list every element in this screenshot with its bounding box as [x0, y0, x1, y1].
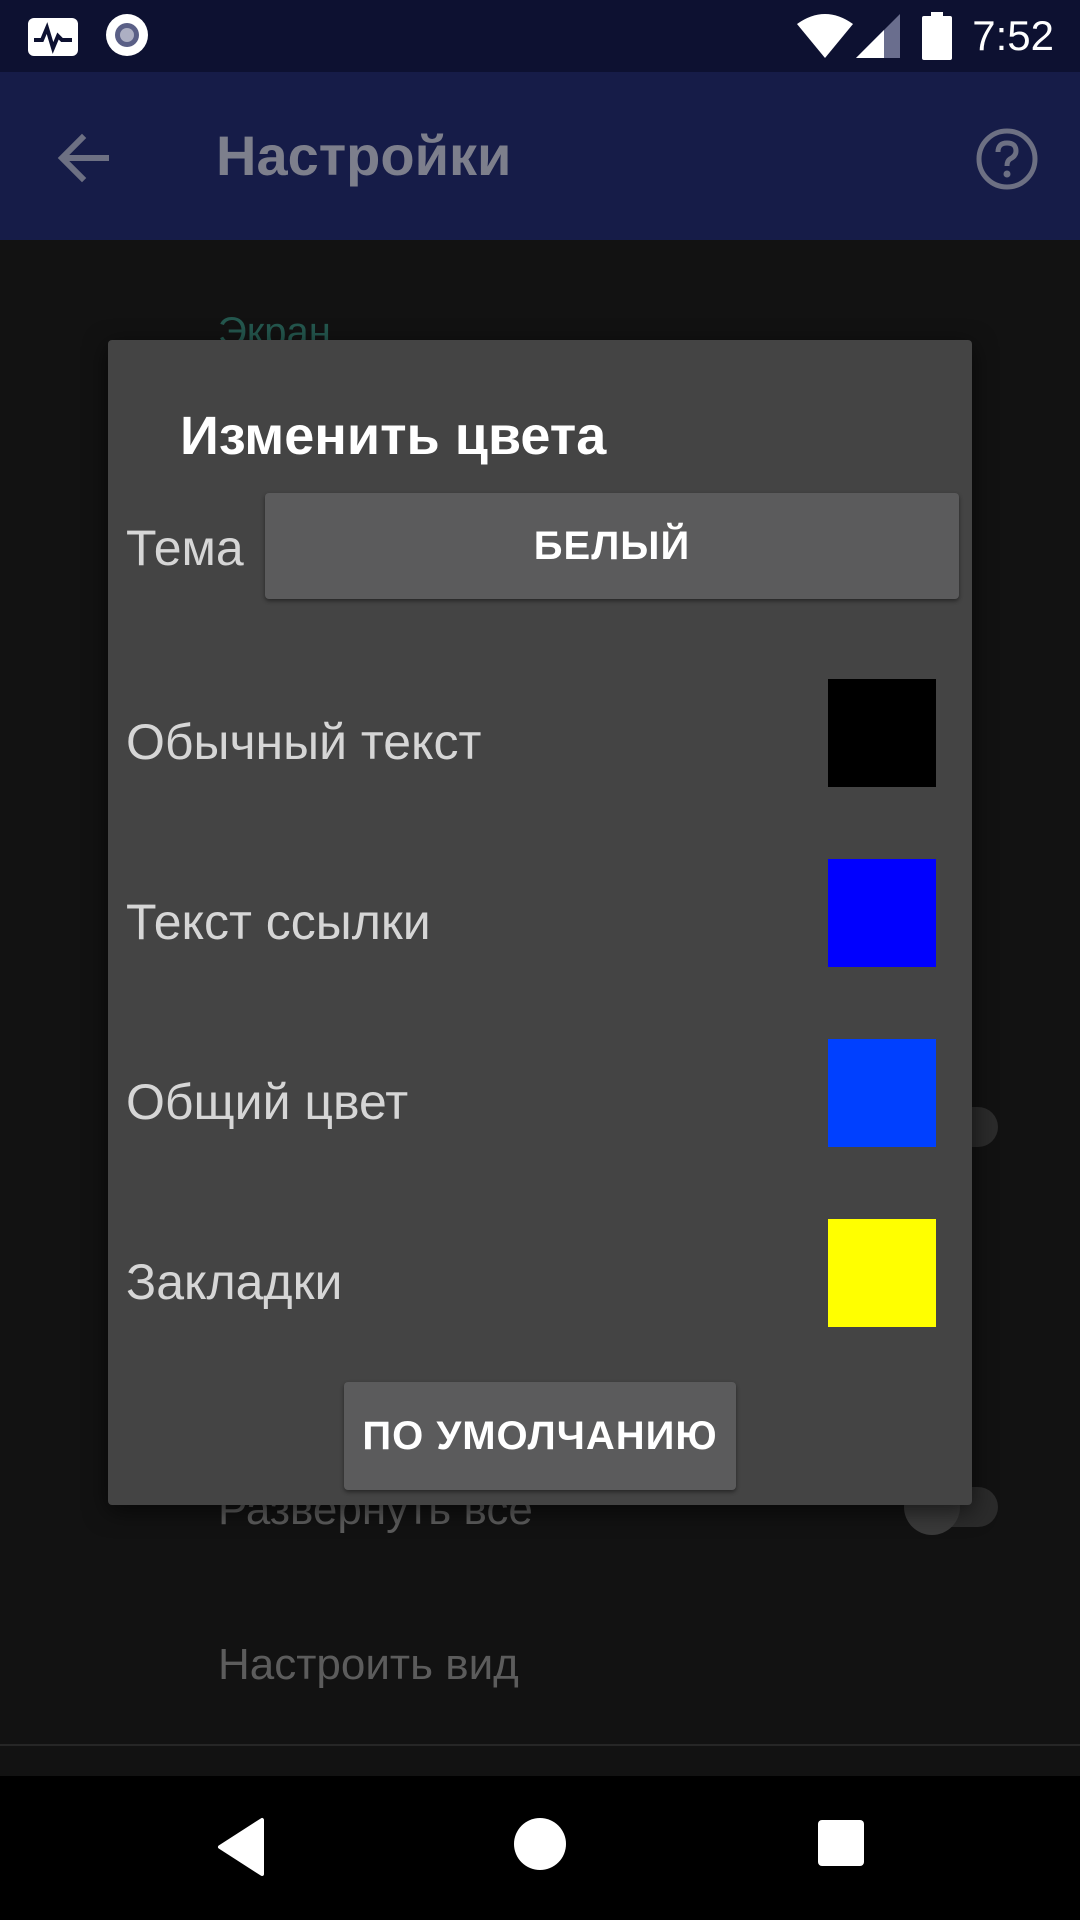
- status-time: 7:52: [972, 12, 1054, 59]
- reset-defaults-button[interactable]: ПО УМОЛЧАНИЮ: [344, 1382, 736, 1490]
- navigation-bar: [0, 1776, 1080, 1920]
- signal-icon: [856, 14, 900, 63]
- recents-square-icon: [817, 1820, 865, 1871]
- general-color-label: Общий цвет: [126, 1074, 409, 1130]
- divider: [0, 1744, 1080, 1746]
- theme-select-button[interactable]: БЕЛЫЙ: [265, 493, 959, 599]
- bookmarks-label: Закладки: [126, 1254, 343, 1310]
- wifi-icon: [796, 14, 854, 63]
- pulse-app-icon: [26, 16, 80, 63]
- nav-home-button[interactable]: [512, 1816, 568, 1872]
- nav-back-button[interactable]: [214, 1816, 274, 1878]
- home-circle-icon: [512, 1818, 568, 1876]
- help-button[interactable]: [974, 126, 1040, 192]
- theme-label: Тема: [126, 520, 244, 576]
- link-text-color-swatch[interactable]: [828, 859, 936, 967]
- normal-text-color-swatch[interactable]: [828, 679, 936, 787]
- battery-icon: [922, 12, 952, 65]
- back-button[interactable]: [52, 126, 116, 190]
- setting-customize-view[interactable]: Настроить вид: [218, 1640, 519, 1690]
- link-text-label: Текст ссылки: [126, 894, 431, 950]
- bookmarks-color-swatch[interactable]: [828, 1219, 936, 1327]
- general-color-swatch[interactable]: [828, 1039, 936, 1147]
- toolbar: Настройки: [0, 72, 1080, 240]
- status-bar: 7:52: [0, 0, 1080, 72]
- nav-recents-button[interactable]: [817, 1819, 865, 1867]
- arrow-left-icon: [52, 133, 116, 194]
- dialog-title: Изменить цвета: [180, 406, 607, 466]
- back-triangle-icon: [214, 1818, 274, 1882]
- record-icon: [104, 12, 150, 63]
- page-title: Настройки: [216, 124, 512, 187]
- help-circle-icon: [974, 128, 1040, 196]
- normal-text-label: Обычный текст: [126, 714, 482, 770]
- change-colors-dialog: Изменить цвета Тема БЕЛЫЙ Обычный текст …: [108, 340, 972, 1505]
